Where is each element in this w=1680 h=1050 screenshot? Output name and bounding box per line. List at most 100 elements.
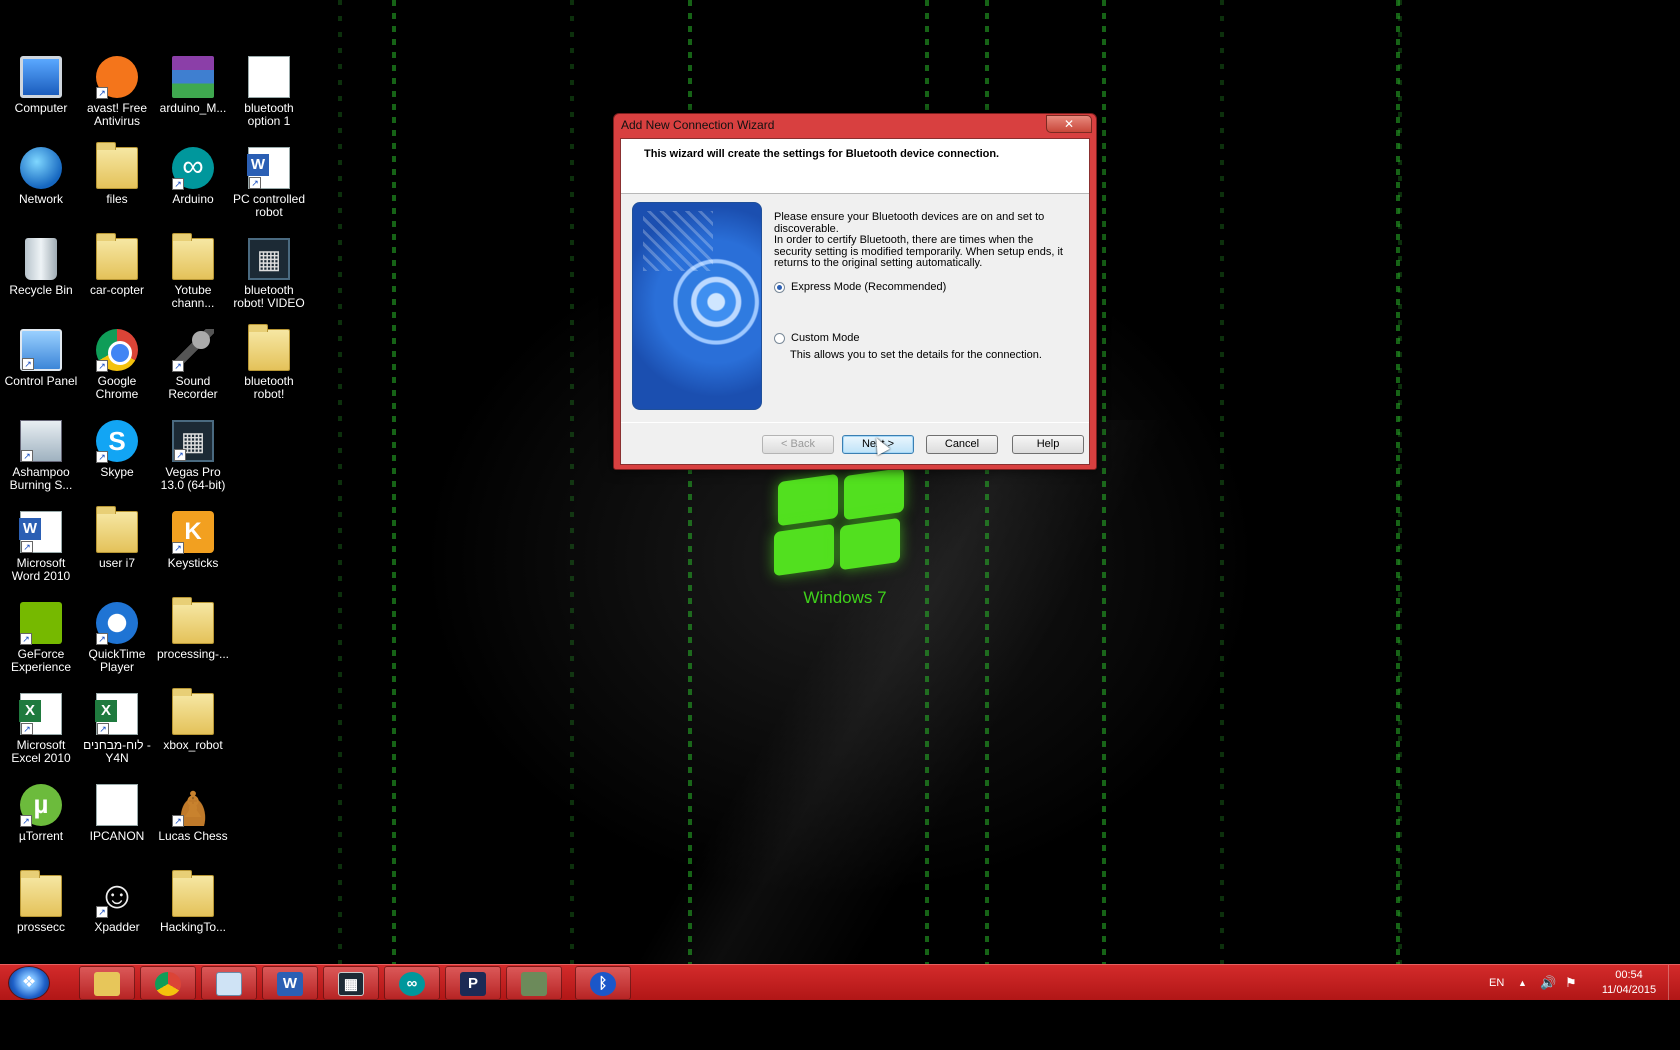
desktop-icon-label: Microsoft Excel 2010 [11,738,71,765]
shortcut-arrow-icon: ↗ [174,449,186,461]
taskbar-word[interactable]: W [262,966,318,1000]
shortcut-arrow-icon: ↗ [96,360,108,372]
taskbar-arduino[interactable]: ∞ [384,966,440,1000]
folder-icon [248,324,290,371]
custom-mode-option[interactable]: Custom Mode [774,332,859,344]
bluetooth-devices-illustration [632,202,762,410]
taskbar-vegas[interactable]: ▦ [323,966,379,1000]
taskbar-device-app[interactable] [506,966,562,1000]
folder-icon [172,233,214,280]
shortcut-arrow-icon: ↗ [172,542,184,554]
desktop-icon-label: arduino_M... [159,101,227,115]
taskbar-processing[interactable]: P [445,966,501,1000]
control-panel-icon: ↗ [20,329,62,371]
desktop-icon[interactable]: user i7 [79,506,155,570]
shortcut-arrow-icon: ↗ [20,815,32,827]
show-hidden-icons-icon[interactable]: ▲ [1518,965,1527,1001]
close-button[interactable]: ✕ [1046,115,1092,133]
recycle-bin-icon [25,238,57,280]
desktop-icon[interactable]: ↗ Sound Recorder [155,329,231,401]
folder-icon [96,142,138,189]
desktop-icon[interactable]: Network [3,147,79,206]
shortcut-arrow-icon: ↗ [97,723,109,735]
custom-mode-radio[interactable] [774,332,785,344]
help-button[interactable]: Help [1012,435,1084,454]
screen-letterbox [0,1000,1680,1050]
desktop-icon[interactable]: ↗ לוח-מבחנים -Y4N [79,693,155,765]
desktop-icon-label: Sound Recorder [168,374,218,401]
cube-icon [216,972,242,997]
desktop-icon-label: Keysticks [167,556,219,570]
express-mode-option[interactable]: Express Mode (Recommended) [774,281,946,293]
desktop-icon[interactable]: ↗ Keysticks [155,511,231,570]
show-desktop-button[interactable] [1668,965,1680,1001]
desktop-icon[interactable]: ↗ avast! Free Antivirus [79,56,155,128]
express-mode-label[interactable]: Express Mode (Recommended) [791,281,946,293]
desktop-icon[interactable]: Computer [3,56,79,115]
dialog-title: Add New Connection Wizard [621,118,775,132]
custom-mode-label[interactable]: Custom Mode [791,332,859,344]
desktop-icon[interactable]: bluetooth robot! VIDEO [231,238,307,310]
desktop-icon[interactable]: bluetooth robot! [231,324,307,401]
desktop-icon[interactable]: ↗ QuickTime Player [79,602,155,674]
desktop-icon[interactable]: prossecc [3,870,79,934]
chrome-icon: ↗ [96,329,138,372]
desktop-icon-label: files [106,192,128,206]
taskbar-explorer[interactable] [79,966,135,1000]
system-clock[interactable]: 00:54 11/04/2015 [1598,968,1660,998]
desktop-icon[interactable]: Yotube chann... [155,233,231,310]
desktop-icon[interactable]: ↗ Control Panel [3,329,79,388]
matrix-rain [392,0,396,964]
desktop-icon[interactable]: ↗ Google Chrome [79,329,155,401]
language-indicator[interactable]: EN [1489,965,1504,1001]
clock-time: 00:54 [1615,969,1643,981]
desktop-icon[interactable]: Recycle Bin [3,238,79,297]
desktop-icon[interactable]: ↗ Microsoft Excel 2010 [3,693,79,765]
desktop-icon[interactable]: processing-... [155,597,231,661]
desktop-icon-label: µTorrent [18,829,64,843]
desktop-icon[interactable]: ↗ PC controlled robot [231,147,307,219]
desktop-icon[interactable]: ↗ Lucas Chess [155,784,231,843]
network-icon [20,147,62,189]
desktop-icon[interactable]: IPCANON [79,784,155,843]
desktop-icon[interactable]: HackingTo... [155,870,231,934]
desktop-icon[interactable]: ↗ Skype [79,420,155,479]
folder-icon [96,233,138,280]
cancel-button[interactable]: Cancel [926,435,998,454]
desktop-icon-label: user i7 [98,556,136,570]
volume-icon[interactable]: 🔊 [1540,965,1556,1001]
taskbar-chrome[interactable] [140,966,196,1000]
desktop-icon[interactable]: ↗ GeForce Experience [3,602,79,674]
shortcut-arrow-icon: ↗ [96,451,108,463]
device-icon [521,972,547,997]
desktop-icon-label: Xpadder [94,920,140,934]
desktop-icon-label: Control Panel [4,374,78,388]
desktop-icon-label: processing-... [156,647,230,661]
word-icon: ↗ [19,511,62,553]
taskbar-bluetooth[interactable]: ᛒ [575,966,631,1000]
taskbar-virtualbox[interactable] [201,966,257,1000]
desktop-icon[interactable]: ↗ Xpadder [79,875,155,934]
matrix-rain [1398,0,1402,964]
gamepad-icon: ↗ [96,875,138,918]
start-button[interactable] [8,966,50,1000]
desktop-icon[interactable]: ↗ Arduino [155,147,231,206]
desktop-icon[interactable]: ↗ µTorrent [3,784,79,843]
shortcut-arrow-icon: ↗ [21,450,33,462]
back-button[interactable]: < Back [762,435,834,454]
desktop-icon[interactable]: ↗ Ashampoo Burning S... [3,420,79,492]
desktop-icon[interactable]: bluetooth option 1 [231,56,307,128]
desktop-icon-label: Google Chrome [95,374,139,401]
express-mode-radio[interactable] [774,281,785,293]
ashampoo-icon: ↗ [20,420,62,462]
desktop-icon[interactable]: xbox_robot [155,688,231,752]
computer-icon [20,56,62,98]
folder-icon [172,870,214,917]
desktop-icon[interactable]: car-copter [79,233,155,297]
action-center-flag-icon[interactable]: ⚑ [1565,965,1577,1001]
desktop-icon[interactable]: files [79,142,155,206]
microphone-icon: ↗ [172,329,214,372]
desktop-icon[interactable]: ↗ Microsoft Word 2010 [3,511,79,583]
desktop-icon[interactable]: ↗ Vegas Pro 13.0 (64-bit) [155,420,231,492]
desktop-icon[interactable]: arduino_M... [155,56,231,115]
